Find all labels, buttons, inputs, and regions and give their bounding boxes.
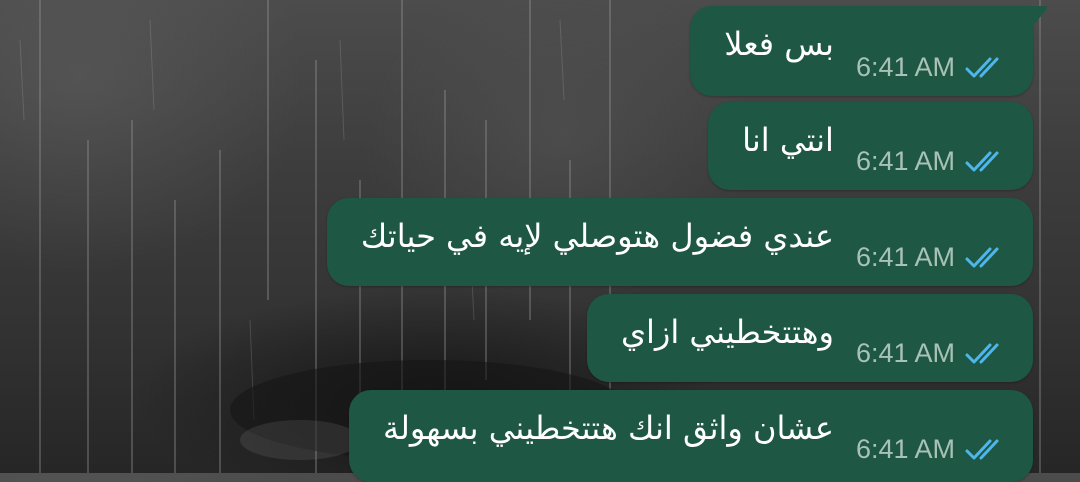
- message-meta: 6:41 AM: [856, 146, 1007, 177]
- message-time: 6:41 AM: [855, 338, 955, 368]
- message-text: انتي انا: [742, 121, 834, 159]
- message-list[interactable]: بس فعلا 6:41 AM انتي انا 6:41 AM عندي فض…: [0, 0, 1080, 482]
- message-text: عندي فضول هتوصلي لإيه في حياتك: [360, 217, 834, 255]
- message-time: 6:41 AM: [855, 434, 955, 464]
- message-time: 6:41 AM: [855, 242, 955, 272]
- message-bubble[interactable]: عشان واثق انك هتتخطيني بسهولة 6:41 AM: [348, 390, 1033, 482]
- message-text: بس فعلا: [724, 25, 834, 63]
- message-meta: 6:41 AM: [856, 338, 1007, 369]
- message-bubble[interactable]: عندي فضول هتوصلي لإيه في حياتك 6:41 AM: [326, 198, 1033, 286]
- message-bubble[interactable]: انتي انا 6:41 AM: [708, 102, 1033, 190]
- message-meta: 6:41 AM: [856, 52, 1007, 83]
- message-bubble[interactable]: وهتتخطيني ازاي 6:41 AM: [586, 294, 1033, 382]
- double-check-icon: [965, 247, 999, 267]
- message-bubble[interactable]: بس فعلا 6:41 AM: [690, 6, 1048, 96]
- message-text: وهتتخطيني ازاي: [620, 313, 834, 351]
- double-check-icon: [965, 57, 999, 77]
- double-check-icon: [965, 343, 999, 363]
- message-meta: 6:41 AM: [856, 242, 1007, 273]
- bubble-tail: [1025, 6, 1048, 26]
- message-time: 6:41 AM: [855, 146, 955, 176]
- double-check-icon: [965, 151, 999, 171]
- message-time: 6:41 AM: [855, 52, 955, 82]
- message-meta: 6:41 AM: [856, 434, 1007, 465]
- message-text: عشان واثق انك هتتخطيني بسهولة: [382, 409, 834, 447]
- double-check-icon: [965, 439, 999, 459]
